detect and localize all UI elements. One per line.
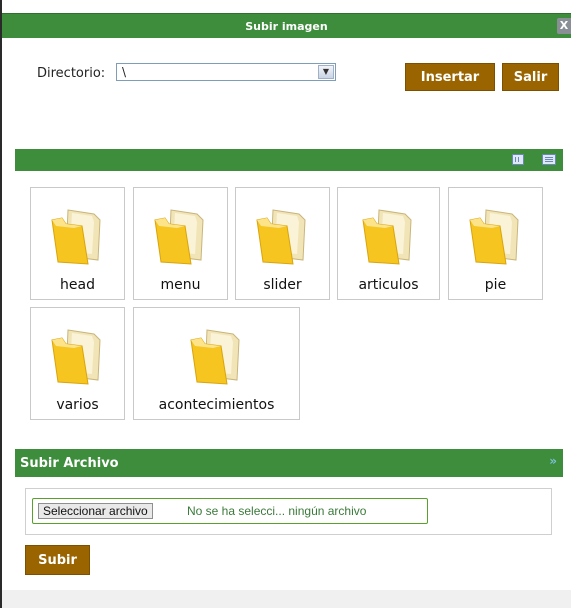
folder-item-menu[interactable]: menu <box>133 187 228 300</box>
directory-select-value: \ <box>122 65 127 79</box>
dialog-titlebar: Subir imagen X <box>2 13 571 38</box>
folder-item-head[interactable]: head <box>30 187 125 300</box>
file-status-text: No se ha selecci... ningún archivo <box>187 504 367 518</box>
folder-label: pie <box>484 277 507 293</box>
chevron-down-icon[interactable]: ▼ <box>318 65 334 79</box>
upload-panel: Seleccionar archivo No se ha selecci... … <box>25 488 552 535</box>
view-toolbar <box>15 149 563 171</box>
dialog-footer <box>2 590 571 608</box>
upload-section-header[interactable]: Subir Archivo » <box>15 449 563 477</box>
folder-label: acontecimientos <box>158 397 275 413</box>
dialog-title: Subir imagen <box>245 19 328 33</box>
folder-icon <box>466 204 526 268</box>
folder-item-acontecimientos[interactable]: acontecimientos <box>133 307 300 420</box>
folder-label: varios <box>56 397 99 413</box>
collapse-chevron-icon[interactable]: » <box>549 454 557 468</box>
exit-button[interactable]: Salir <box>502 63 559 91</box>
folder-label: menu <box>160 277 201 293</box>
folder-label: head <box>60 277 95 293</box>
choose-file-button[interactable]: Seleccionar archivo <box>38 503 153 519</box>
folder-icon <box>48 324 108 388</box>
folder-item-varios[interactable]: varios <box>30 307 125 420</box>
folder-icon <box>187 324 247 388</box>
upload-section-title: Subir Archivo <box>20 456 119 471</box>
upload-button[interactable]: Subir <box>25 545 90 575</box>
directory-label: Directorio: <box>37 66 106 81</box>
folder-icon <box>151 204 211 268</box>
thumbnails-view-icon[interactable] <box>512 154 524 165</box>
folder-icon <box>253 204 313 268</box>
folder-item-pie[interactable]: pie <box>448 187 543 300</box>
folder-label: slider <box>263 277 302 293</box>
folder-label: articulos <box>358 277 419 293</box>
directory-select[interactable]: \ ▼ <box>116 63 336 81</box>
folder-icon <box>359 204 419 268</box>
close-button[interactable]: X <box>557 18 571 34</box>
folder-icon <box>48 204 108 268</box>
folder-item-articulos[interactable]: articulos <box>337 187 440 300</box>
insert-button[interactable]: Insertar <box>405 63 495 91</box>
list-view-icon[interactable] <box>542 154 556 165</box>
file-input[interactable]: Seleccionar archivo No se ha selecci... … <box>32 498 428 524</box>
folder-item-slider[interactable]: slider <box>235 187 330 300</box>
window-edge <box>0 0 2 608</box>
